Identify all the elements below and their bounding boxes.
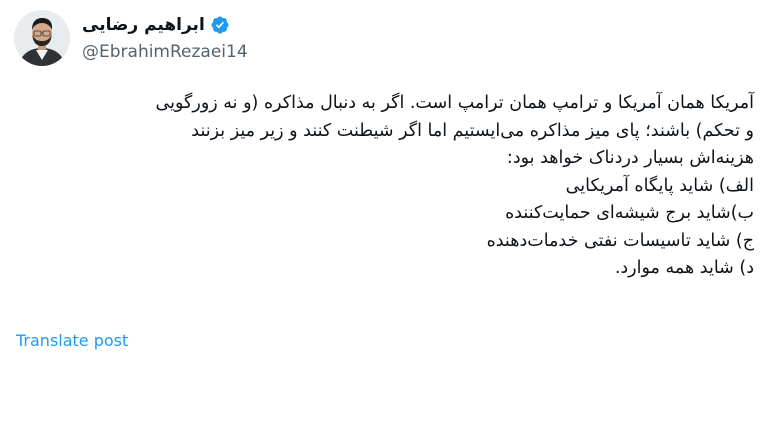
post-header: ابراهیم رضایی @EbrahimRezaei14: [14, 10, 248, 66]
post-text-line: ج) شاید تاسیسات نفتی خدمات‌دهنده: [486, 230, 754, 251]
verified-badge-icon: [210, 15, 230, 35]
author-names: ابراهیم رضایی @EbrahimRezaei14: [82, 12, 248, 62]
post-text-line: د) شاید همه موارد.: [614, 258, 754, 278]
avatar-image: [14, 10, 70, 66]
avatar[interactable]: [14, 10, 70, 66]
post-text: آمریکا همان آمریکا و ترامپ همان ترامپ اس…: [14, 90, 754, 283]
translate-post-link[interactable]: Translate post: [16, 331, 128, 350]
post-text-line: ب)شاید برج شیشه‌ای حمایت‌کننده: [505, 203, 754, 223]
name-row: ابراهیم رضایی: [82, 12, 248, 38]
author-handle[interactable]: @EbrahimRezaei14: [82, 42, 248, 62]
post-text-line: الف) شاید پایگاه آمریکایی: [565, 175, 754, 196]
post-text-line: هزینه‌اش بسیار دردناک خواهد بود:: [506, 148, 754, 168]
author-display-name[interactable]: ابراهیم رضایی: [82, 15, 205, 35]
post-text-line: آمریکا همان آمریکا و ترامپ همان ترامپ اس…: [155, 93, 754, 113]
post-card: ابراهیم رضایی @EbrahimRezaei14 آمریکا هم…: [0, 0, 768, 425]
post-text-line: و تحکم) باشند؛ پای میز مذاکره می‌ایستیم …: [191, 120, 754, 141]
